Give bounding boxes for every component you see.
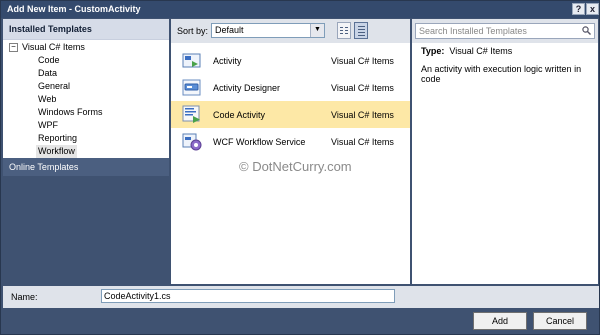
template-name: Activity Designer (213, 83, 281, 93)
help-button[interactable]: ? (572, 3, 585, 15)
tree-item-general[interactable]: General (38, 80, 70, 93)
sort-by-select[interactable]: Default ▼ (211, 23, 325, 38)
window-title: Add New Item - CustomActivity (7, 4, 141, 14)
search-input[interactable]: Search Installed Templates (415, 23, 595, 39)
sort-toolbar: Sort by: Default ▼ (171, 19, 410, 43)
template-row-wcf-workflow-service[interactable]: WCF Workflow Service Visual C# Items (171, 128, 410, 155)
template-row-activity-designer[interactable]: Activity Designer Visual C# Items (171, 74, 410, 101)
add-new-item-dialog: Add New Item - CustomActivity ? x Instal… (0, 0, 600, 335)
dialog-button-bar: Add Cancel (3, 308, 599, 334)
activity-designer-icon (182, 79, 201, 96)
sort-by-value: Default (215, 25, 244, 35)
title-bar: Add New Item - CustomActivity ? x (1, 1, 599, 18)
installed-templates-header[interactable]: Installed Templates (3, 19, 169, 40)
tree-item-code[interactable]: Code (38, 54, 60, 67)
add-button[interactable]: Add (473, 312, 527, 330)
name-input-value: CodeActivity1.cs (104, 291, 171, 301)
close-button[interactable]: x (586, 3, 599, 15)
online-templates-header[interactable]: Online Templates (3, 158, 169, 176)
template-details-panel: Search Installed Templates Type: Visual … (412, 19, 598, 284)
type-label: Type: (421, 46, 445, 56)
template-name: Activity (213, 56, 242, 66)
tree-item-data[interactable]: Data (38, 67, 57, 80)
search-bar: Search Installed Templates (412, 19, 598, 43)
template-type-line: Type: Visual C# Items (421, 46, 512, 56)
search-placeholder: Search Installed Templates (419, 26, 527, 36)
template-row-activity[interactable]: Activity Visual C# Items (171, 47, 410, 74)
list-view-button[interactable] (354, 22, 368, 39)
code-activity-icon (182, 105, 200, 123)
tree-item-web[interactable]: Web (38, 93, 56, 106)
left-panel-empty-area (3, 176, 169, 284)
name-label: Name: (11, 292, 38, 302)
tree-root-visual-csharp-items[interactable]: − Visual C# Items (9, 41, 85, 54)
template-language: Visual C# Items (331, 110, 394, 120)
template-name: Code Activity (213, 110, 266, 120)
tree-item-reporting[interactable]: Reporting (38, 132, 77, 145)
wcf-workflow-service-icon (182, 133, 202, 151)
tree-root-label: Visual C# Items (22, 42, 85, 52)
collapse-icon[interactable]: − (9, 43, 18, 53)
small-icons-view-button[interactable] (337, 22, 351, 39)
template-language: Visual C# Items (331, 137, 394, 147)
activity-icon (182, 53, 201, 68)
template-row-code-activity[interactable]: Code Activity Visual C# Items (171, 101, 410, 128)
tree-item-wpf[interactable]: WPF (38, 119, 58, 132)
name-bar: Name: CodeActivity1.cs (3, 286, 599, 308)
watermark-text: © DotNetCurry.com (239, 159, 352, 174)
template-name: WCF Workflow Service (213, 137, 306, 147)
search-icon[interactable] (582, 26, 591, 35)
tree-item-workflow[interactable]: Workflow (36, 145, 77, 158)
cancel-button[interactable]: Cancel (533, 312, 587, 330)
dropdown-arrow-icon[interactable]: ▼ (310, 24, 324, 37)
template-list-panel: Sort by: Default ▼ Activity Visual C# It… (171, 19, 410, 284)
tree-item-windows-forms[interactable]: Windows Forms (38, 106, 103, 119)
sort-by-label: Sort by: (177, 26, 209, 36)
template-language: Visual C# Items (331, 56, 394, 66)
template-description: An activity with execution logic written… (421, 64, 582, 84)
type-value: Visual C# Items (449, 46, 513, 56)
template-language: Visual C# Items (331, 83, 394, 93)
name-input[interactable]: CodeActivity1.cs (101, 289, 395, 303)
